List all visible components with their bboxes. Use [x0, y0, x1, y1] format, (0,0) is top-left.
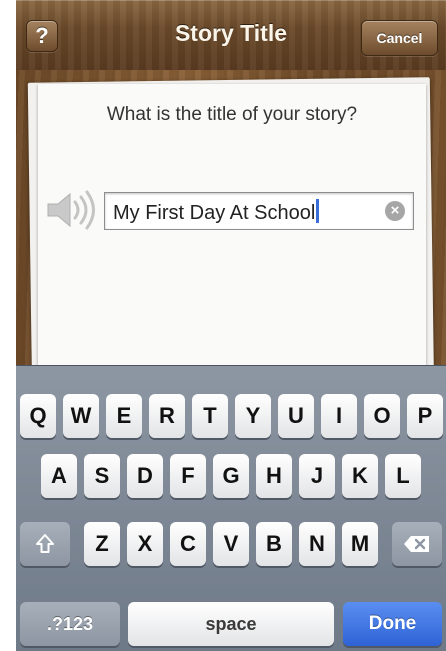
space-key[interactable]: space: [128, 602, 334, 646]
key-w[interactable]: W: [63, 394, 99, 438]
text-cursor: [316, 199, 320, 223]
cancel-button[interactable]: Cancel: [361, 20, 438, 56]
key-u[interactable]: U: [278, 394, 314, 438]
backspace-icon[interactable]: [392, 522, 442, 566]
key-e[interactable]: E: [106, 394, 142, 438]
key-v[interactable]: V: [213, 522, 249, 566]
key-k[interactable]: K: [342, 454, 378, 498]
help-button[interactable]: ?: [26, 20, 58, 52]
key-o[interactable]: O: [364, 394, 400, 438]
key-i[interactable]: I: [321, 394, 357, 438]
key-g[interactable]: G: [213, 454, 249, 498]
app-screen: ? Story Title Cancel What is the title o…: [16, 0, 446, 651]
key-m[interactable]: M: [342, 522, 378, 566]
key-x[interactable]: X: [127, 522, 163, 566]
key-s[interactable]: S: [84, 454, 120, 498]
story-title-input[interactable]: My First Day At School ×: [104, 192, 414, 230]
title-input-value: My First Day At School: [113, 199, 320, 225]
title-question: What is the title of your story?: [106, 104, 358, 125]
paper-card: What is the title of your story? My Firs…: [38, 84, 426, 404]
key-z[interactable]: Z: [84, 522, 120, 566]
keyboard: Q W E R T Y U I O P A S D F G H J K L Z …: [16, 365, 446, 651]
key-r[interactable]: R: [149, 394, 185, 438]
shift-arrow-icon[interactable]: [20, 522, 70, 566]
key-p[interactable]: P: [407, 394, 443, 438]
key-n[interactable]: N: [299, 522, 335, 566]
page-title: Story Title: [174, 20, 288, 46]
key-q[interactable]: Q: [20, 394, 56, 438]
key-l[interactable]: L: [385, 454, 421, 498]
navigation-bar: ? Story Title Cancel: [16, 0, 446, 72]
key-b[interactable]: B: [256, 522, 292, 566]
done-button[interactable]: Done: [343, 602, 442, 646]
key-f[interactable]: F: [170, 454, 206, 498]
key-t[interactable]: T: [192, 394, 228, 438]
key-c[interactable]: C: [170, 522, 206, 566]
numbers-key[interactable]: .?123: [20, 602, 120, 646]
key-y[interactable]: Y: [235, 394, 271, 438]
key-d[interactable]: D: [127, 454, 163, 498]
key-h[interactable]: H: [256, 454, 292, 498]
key-j[interactable]: J: [299, 454, 335, 498]
clear-circle-x-icon[interactable]: ×: [385, 201, 405, 221]
speaker-icon[interactable]: [44, 188, 100, 232]
key-a[interactable]: A: [41, 454, 77, 498]
